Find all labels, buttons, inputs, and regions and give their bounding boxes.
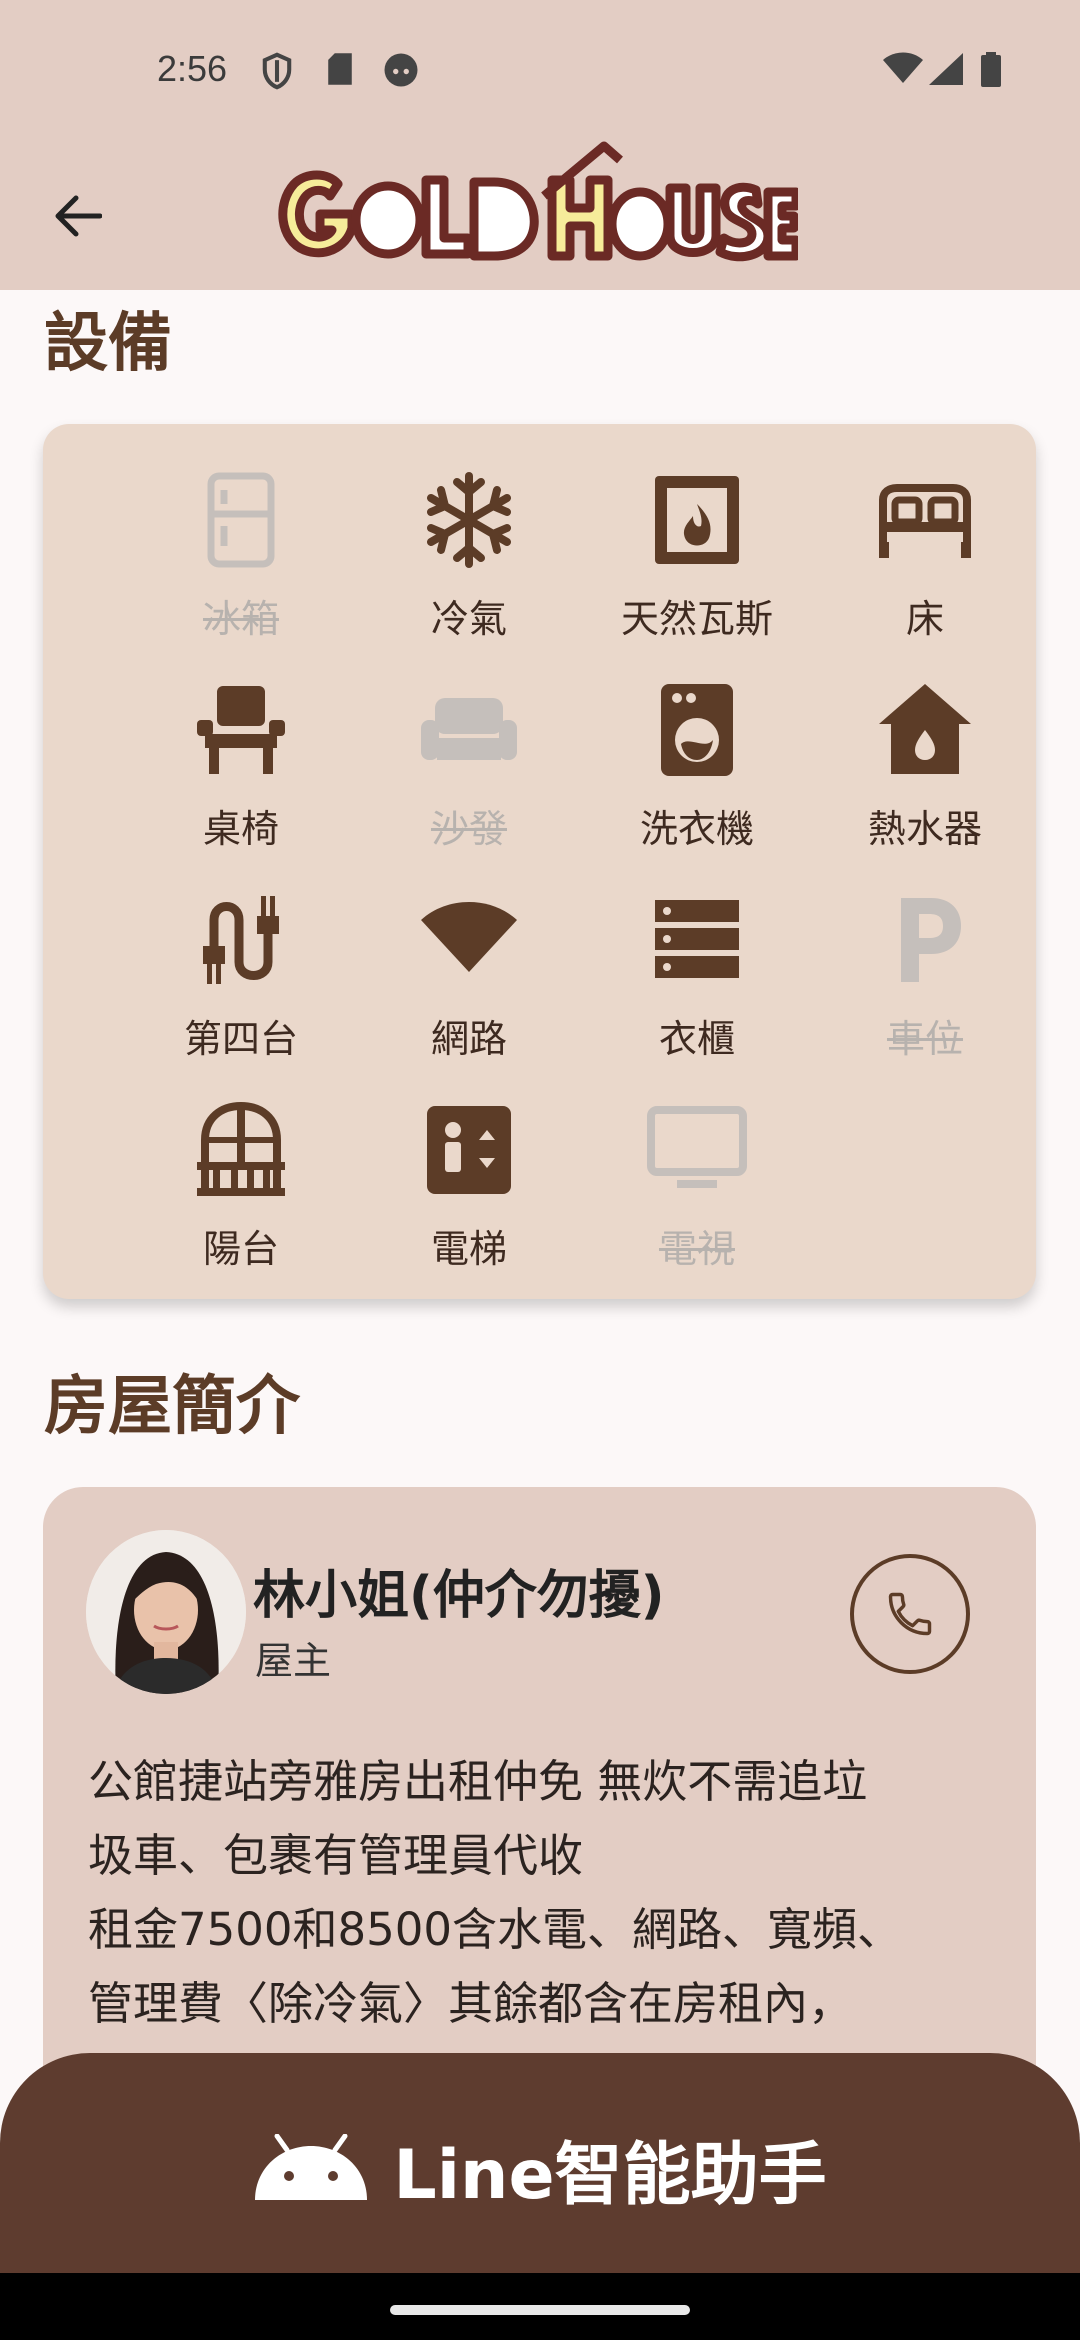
parking-icon: [901, 898, 961, 982]
equip-item-tv: 電視: [582, 1100, 812, 1280]
equip-item-sofa: 沙發: [354, 680, 584, 860]
equip-item-washer: 洗衣機: [582, 680, 812, 860]
equip-item-balcony: 陽台: [126, 1100, 356, 1280]
avatar: [86, 1530, 246, 1694]
equip-label: 網路: [430, 1017, 507, 1061]
tv-icon: [647, 1106, 747, 1188]
signal-icon: [928, 52, 964, 90]
wardrobe-icon: [655, 900, 739, 978]
equip-label: 陽台: [202, 1227, 279, 1271]
equip-item-cable: 第四台: [126, 890, 356, 1070]
elevator-icon: [427, 1106, 511, 1194]
snowflake-icon: [427, 472, 511, 568]
equip-label: 冰箱: [202, 597, 279, 641]
equip-label: 第四台: [183, 1017, 298, 1061]
line-assistant-label: Line智能助手: [393, 2135, 827, 2215]
sd-card-icon: [326, 52, 354, 90]
equip-item-elevator: 電梯: [354, 1100, 584, 1280]
android-icon: [255, 2134, 368, 2200]
intro-title: 房屋簡介: [44, 1370, 300, 1444]
equip-item-furniture: 桌椅: [126, 680, 356, 860]
equip-item-aircon: 冷氣: [354, 470, 584, 650]
equip-label: 冷氣: [430, 597, 507, 641]
equip-item-bed: 床: [810, 470, 1040, 650]
phone-icon: [888, 1592, 932, 1636]
cable-icon: [203, 896, 279, 984]
equip-label: 電視: [658, 1227, 735, 1271]
owner-name: 林小姐(仲介勿擾): [253, 1566, 665, 1626]
equipment-card: 冰箱 冷氣 天然瓦斯 床 桌椅 沙發 洗衣機 熱水器 第四台 網路 衣櫃 車位 …: [43, 424, 1036, 1299]
equip-label: 天然瓦斯: [620, 597, 773, 641]
shield-icon: [260, 52, 294, 94]
sofa-icon: [421, 698, 517, 760]
chair-icon: [197, 686, 285, 774]
back-button[interactable]: [40, 178, 116, 254]
house-description: 公館捷站旁雅房出租仲免 無炊不需追垃 圾車、包裹有管理員代收 租金7500和85…: [88, 1755, 903, 2030]
status-time: 2:56: [157, 48, 228, 89]
equip-item-gas: 天然瓦斯: [582, 470, 812, 650]
equip-label: 沙發: [430, 807, 507, 851]
gas-fireplace-icon: [655, 476, 739, 564]
equip-label: 洗衣機: [639, 807, 754, 851]
arrow-back-icon: [55, 195, 102, 237]
equip-label: 電梯: [430, 1227, 507, 1271]
equip-item-wardrobe: 衣櫃: [582, 890, 812, 1070]
home-gesture-handle[interactable]: [390, 2305, 690, 2315]
battery-icon: [980, 52, 1002, 92]
wifi-icon: [421, 902, 517, 972]
equip-label: 桌椅: [202, 807, 279, 851]
face-icon: [383, 52, 419, 92]
equip-label: 車位: [886, 1017, 963, 1061]
washing-machine-icon: [661, 684, 733, 776]
line-assistant-button[interactable]: Line智能助手: [0, 2053, 1080, 2283]
balcony-icon: [197, 1101, 285, 1196]
equipment-title: 設備: [44, 307, 172, 381]
equip-label: 床: [905, 597, 944, 641]
bed-icon: [879, 484, 971, 558]
equip-label: 衣櫃: [658, 1017, 735, 1061]
status-bar: 2:56: [0, 0, 1080, 140]
gold-house-logo: [268, 132, 801, 286]
owner-role: 屋主: [255, 1639, 332, 1683]
wifi-icon: [882, 52, 924, 88]
equip-item-fridge: 冰箱: [126, 470, 356, 650]
fridge-icon: [207, 472, 275, 568]
equip-item-heater: 熱水器: [810, 680, 1040, 860]
equip-label: 熱水器: [867, 807, 982, 851]
equip-item-parking: 車位: [810, 890, 1040, 1070]
equip-item-network: 網路: [354, 890, 584, 1070]
call-button[interactable]: [850, 1554, 970, 1674]
water-heater-icon: [879, 684, 971, 774]
